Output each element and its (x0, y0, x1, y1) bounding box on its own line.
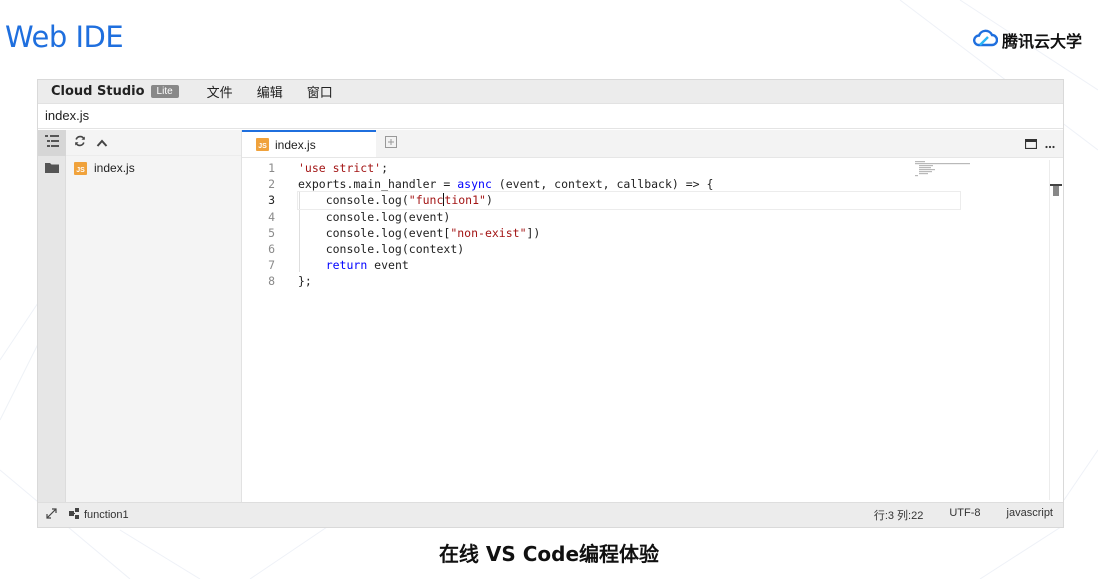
expand-icon[interactable] (46, 508, 57, 522)
line-number: 2 (268, 177, 275, 192)
string-token: "non-exist" (450, 225, 527, 240)
outline-item: function1 (84, 509, 129, 521)
new-tab-button[interactable] (376, 130, 406, 157)
editor-tabs: JS index.js (242, 130, 1063, 158)
editor-area: JS index.js 1 2 3 4 5 6 7 8 'use strict'… (242, 130, 1063, 502)
cursor-position[interactable]: 行:3 列:22 (874, 507, 924, 523)
line-number: 8 (268, 274, 275, 289)
explorer-view-button[interactable] (38, 130, 66, 156)
line-number: 6 (268, 241, 275, 256)
line-number: 1 (268, 161, 275, 175)
code-line[interactable]: exports.main_handler = async (event, con… (298, 176, 998, 192)
code-token: event (367, 258, 409, 273)
brand-logo: 腾讯云大学 (972, 28, 1082, 52)
language-mode[interactable]: javascript (1007, 507, 1053, 523)
file-path-bar: index.js (38, 104, 1063, 129)
code-token: }; (298, 274, 312, 289)
tab-index-js[interactable]: JS index.js (242, 130, 376, 157)
code-editor[interactable]: 1 2 3 4 5 6 7 8 'use strict'; exports.mai… (242, 160, 1063, 500)
maximize-icon[interactable] (1024, 136, 1038, 154)
editor-tools (1024, 136, 1055, 154)
line-number: 5 (268, 225, 275, 240)
workspace: JS index.js JS index.js 1 2 3 4 5 6 7 8 … (38, 130, 1063, 502)
cursor-position-marker (1050, 184, 1062, 186)
keyword-token: return (325, 258, 368, 273)
menu-edit[interactable]: 编辑 (257, 82, 283, 101)
plus-box-icon (385, 135, 397, 153)
code-token: console.log(context) (298, 241, 465, 256)
status-bar: function1 行:3 列:22 UTF-8 javascript (38, 502, 1063, 527)
cloud-logo-icon (972, 29, 999, 52)
edition-badge: Lite (150, 85, 179, 98)
line-number-gutter: 1 2 3 4 5 6 7 8 (242, 160, 282, 290)
string-token: 'use strict' (298, 161, 382, 175)
code-line[interactable]: console.log("function1") (297, 191, 961, 210)
code-token: console.log(event) (298, 209, 451, 224)
slide-title: Web IDE (5, 20, 124, 54)
file-tree-icon (45, 134, 59, 152)
more-options-icon[interactable] (1045, 136, 1055, 154)
collapse-all-icon[interactable] (96, 134, 108, 152)
app-name: Cloud Studio (51, 84, 145, 99)
activity-bar (38, 130, 66, 502)
file-explorer: JS index.js (66, 130, 242, 502)
file-encoding[interactable]: UTF-8 (949, 507, 980, 523)
line-number: 4 (268, 209, 275, 224)
ide-window: Cloud Studio Lite 文件 编辑 窗口 index.js JS i… (37, 79, 1064, 528)
code-line[interactable]: 'use strict'; (298, 160, 998, 176)
code-token: (event, context, callback) => { (491, 177, 714, 192)
folder-view-button[interactable] (38, 156, 66, 182)
brand-name: 腾讯云大学 (1001, 32, 1082, 51)
code-token: console.log( (298, 193, 409, 208)
menu-bar: Cloud Studio Lite 文件 编辑 窗口 (38, 80, 1063, 104)
explorer-file-item[interactable]: JS index.js (66, 156, 241, 180)
line-number: 3 (268, 193, 275, 208)
explorer-file-name: index.js (94, 161, 135, 175)
menu-file[interactable]: 文件 (207, 82, 233, 101)
code-line[interactable]: }; (298, 273, 998, 289)
slide-caption: 在线 VS Code编程体验 (438, 542, 660, 566)
line-number: 7 (268, 258, 275, 273)
js-file-icon: JS (74, 161, 87, 175)
string-token: "func (408, 193, 444, 208)
code-token: ; (381, 161, 389, 175)
code-lines: 'use strict'; exports.main_handler = asyn… (297, 160, 998, 290)
tab-label: index.js (275, 137, 316, 152)
code-token: exports.main_handler = (298, 177, 458, 192)
menu-window[interactable]: 窗口 (307, 82, 333, 101)
folder-icon (45, 160, 59, 178)
refresh-icon[interactable] (74, 134, 86, 152)
editor-scrollbar[interactable] (1049, 160, 1063, 500)
code-token: ]) (526, 225, 541, 240)
outline-breadcrumb[interactable]: function1 (69, 508, 129, 522)
function-symbol-icon (69, 508, 80, 522)
minimap[interactable] (915, 160, 975, 182)
code-line[interactable]: console.log(context) (298, 241, 998, 257)
code-token: ) (485, 193, 493, 208)
js-file-icon: JS (256, 138, 269, 151)
keyword-token: async (457, 177, 492, 192)
code-line[interactable]: console.log(event["non-exist"]) (298, 225, 998, 241)
code-token: console.log(event[ (298, 225, 451, 240)
code-line[interactable]: return event (298, 257, 998, 273)
string-token: tion1" (444, 193, 486, 208)
explorer-toolbar (66, 130, 241, 156)
code-line[interactable]: console.log(event) (298, 209, 998, 225)
